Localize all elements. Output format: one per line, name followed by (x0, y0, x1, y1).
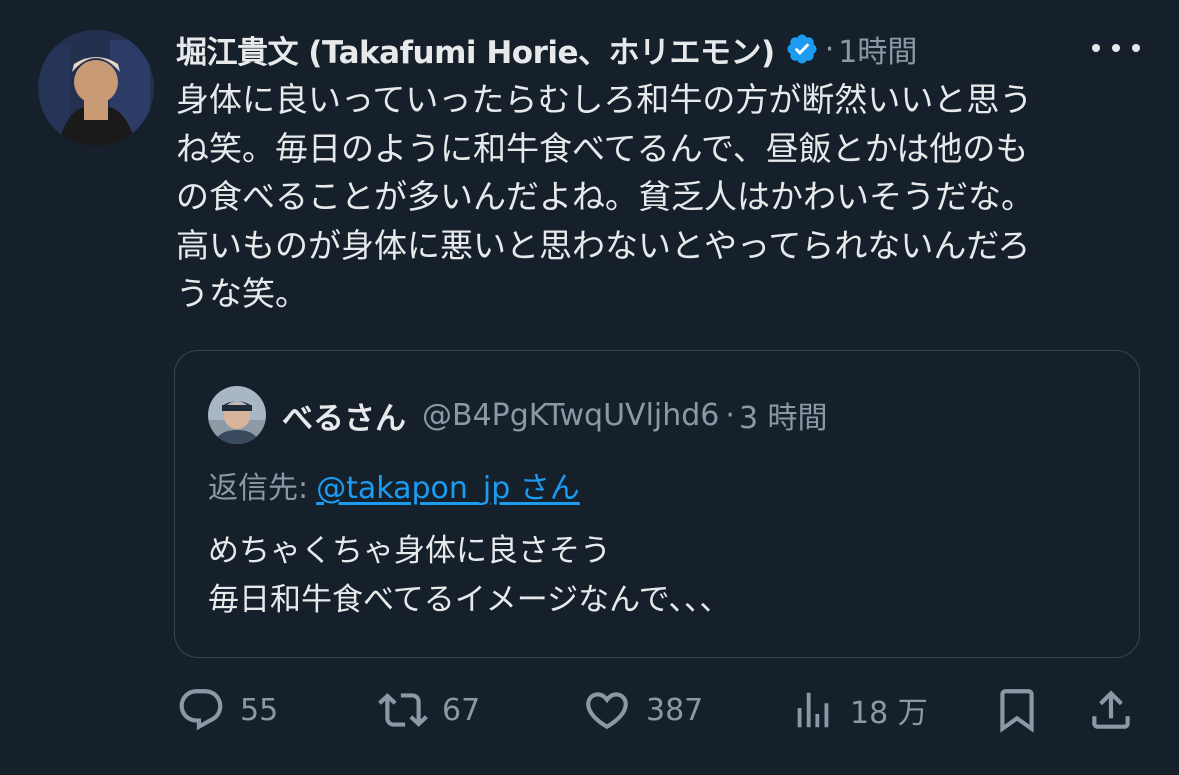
quoted-tweet[interactable]: べるさん @B4PgKTwqUVljhd6 · 3 時間 返信先: @takapo… (174, 350, 1140, 658)
share-icon (1092, 690, 1130, 729)
more-dot (1092, 44, 1100, 52)
author-avatar[interactable] (38, 30, 154, 146)
tweet-header: 堀江貴文 (Takafumi Horie、ホリエモン) · 1時間 (176, 24, 917, 74)
quote-line: めちゃくちゃ身体に良さそう (208, 533, 611, 569)
quote-text: めちゃくちゃ身体に良さそう 毎日和牛食べてるイメージなんで、、、 (208, 527, 730, 625)
tweet-line: 高いものが身体に悪いと思わないとやってられないんだろ (176, 225, 1031, 265)
quote-author-handle[interactable]: @B4PgKTwqUVljhd6 (422, 398, 719, 433)
reply-mention-link[interactable]: @takapon_jp さん (316, 471, 580, 506)
retweet-count: 67 (442, 692, 481, 728)
tweet-text: 身体に良いっていったらむしろ和牛の方が断然いいと思う ね笑。毎日のように和牛食べ… (176, 76, 1136, 319)
verified-badge-icon[interactable] (785, 32, 819, 66)
more-icon[interactable] (1092, 34, 1140, 62)
bookmark-button[interactable] (992, 680, 1042, 740)
like-count: 387 (646, 692, 704, 728)
share-button[interactable] (1086, 680, 1136, 740)
more-dot (1112, 44, 1120, 52)
quote-line: 毎日和牛食べてるイメージなんで、、、 (208, 582, 731, 618)
quote-avatar-image (208, 386, 266, 444)
avatar-image (38, 30, 154, 146)
quote-avatar[interactable] (208, 386, 266, 444)
reply-icon (179, 689, 223, 731)
reply-to-label: 返信先: (208, 471, 309, 506)
views-icon (797, 692, 829, 728)
tweet-line: うな笑。 (176, 274, 308, 313)
reply-count: 55 (240, 692, 279, 728)
more-dot (1132, 44, 1140, 52)
quote-header: べるさん @B4PgKTwqUVljhd6 · 3 時間 (282, 391, 828, 439)
like-icon (586, 692, 628, 730)
post-time[interactable]: 1時間 (838, 27, 917, 71)
views-button[interactable]: 18 万 (790, 680, 928, 740)
separator-dot: · (824, 31, 835, 67)
tweet-line: の食べることが多いんだよね。貧乏人はかわいそうだな。 (176, 177, 1034, 216)
quote-post-time[interactable]: 3 時間 (739, 393, 828, 437)
retweet-button[interactable]: 67 (378, 680, 480, 740)
separator-dot: · (725, 397, 735, 433)
reply-button[interactable]: 55 (176, 680, 278, 740)
tweet-line: ね笑。毎日のように和牛食べてるんで、昼飯とかは他のも (176, 128, 1029, 168)
retweet-icon (378, 693, 428, 727)
tweet-line: 身体に良いっていったらむしろ和牛の方が断然いいと思う (176, 80, 1033, 119)
quote-author-name[interactable]: べるさん (282, 393, 406, 438)
action-bar: 55 67 387 18 万 (0, 680, 1179, 740)
reply-to-line: 返信先: @takapon_jp さん (208, 463, 580, 507)
author-name[interactable]: 堀江貴文 (Takafumi Horie、ホリエモン) (176, 27, 775, 72)
like-button[interactable]: 387 (582, 680, 703, 740)
bookmark-icon (1000, 689, 1034, 733)
views-count: 18 万 (850, 696, 928, 731)
